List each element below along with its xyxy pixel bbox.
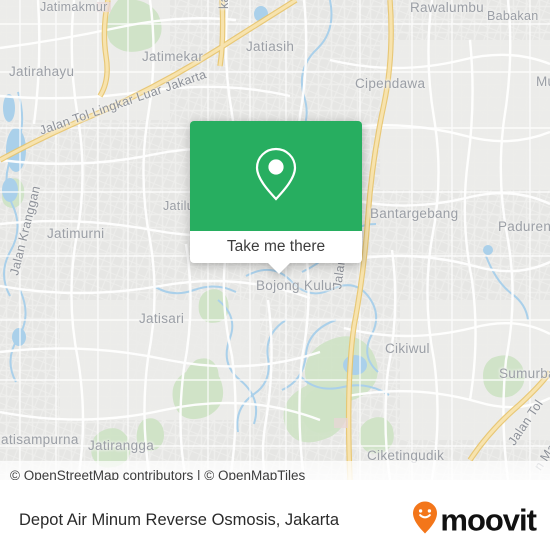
bottom-bar: Depot Air Minum Reverse Osmosis, Jakarta… <box>0 490 550 550</box>
popup-header <box>190 121 362 231</box>
location-pin-icon <box>252 145 300 208</box>
moovit-wordmark: moovit <box>440 502 537 538</box>
destination-popup[interactable]: Take me there <box>190 121 362 274</box>
popup-tail <box>268 263 290 274</box>
map-screenshot: Jatimakmur Jatimekar Jatiasih Rawalumbu … <box>0 0 550 550</box>
attribution-text: © OpenStreetMap contributors | © OpenMap… <box>10 468 306 480</box>
map-canvas[interactable]: Jatimakmur Jatimekar Jatiasih Rawalumbu … <box>0 0 550 480</box>
take-me-there-label: Take me there <box>226 238 326 255</box>
take-me-there-button[interactable]: Take me there <box>190 231 362 263</box>
moovit-smiley-pin-icon <box>412 501 438 540</box>
page-title: Depot Air Minum Reverse Osmosis, Jakarta <box>19 510 340 529</box>
map-attribution: © OpenStreetMap contributors | © OpenMap… <box>0 461 550 480</box>
moovit-logo[interactable]: moovit <box>412 501 537 540</box>
